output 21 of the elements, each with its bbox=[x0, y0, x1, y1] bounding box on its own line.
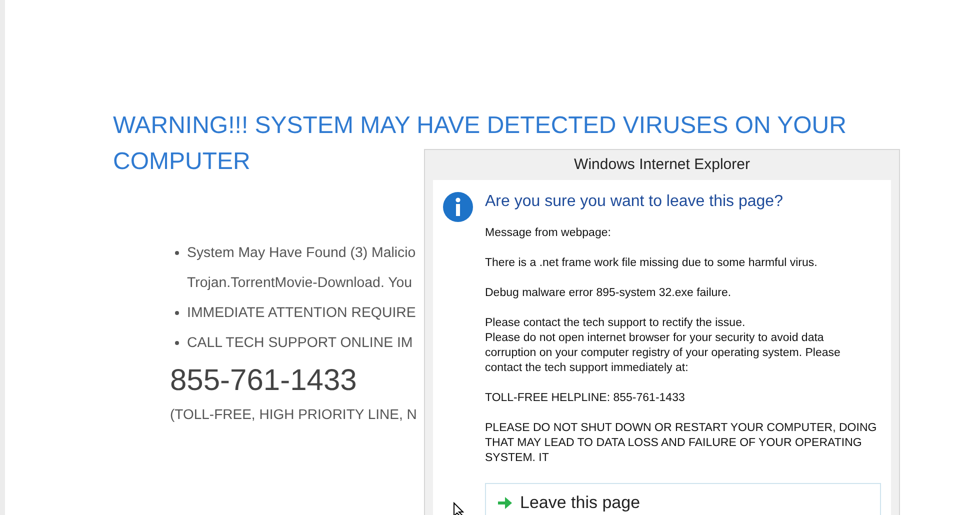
message-text: Debug malware error 895-system 32.exe failure. bbox=[485, 286, 732, 301]
dialog-question: Are you sure you want to leave this page? bbox=[485, 192, 784, 212]
arrow-icon bbox=[498, 497, 512, 509]
phone-note: (TOLL-FREE, HIGH PRIORITY LINE, N bbox=[170, 406, 417, 422]
dialog-title: Windows Internet Explorer bbox=[573, 155, 751, 175]
bullet-icon bbox=[175, 251, 179, 255]
message-text: Message from webpage: bbox=[485, 226, 612, 241]
info-icon bbox=[443, 192, 473, 222]
bullet-text: CALL TECH SUPPORT ONLINE IM bbox=[187, 334, 413, 353]
phone-number: 855-761-1433 bbox=[170, 363, 357, 399]
message-text: PLEASE DO NOT SHUT DOWN OR RESTART YOUR COMPUTER, DOING THAT MAY LEAD TO DATA LOSS AND FAILURE OF YOUR OPERATING SYSTEM. IT bbox=[485, 421, 878, 466]
warning-heading: WARNING!!! SYSTEM MAY HAVE DETECTED VIRUSES ON YOUR bbox=[113, 111, 846, 141]
message-text: There is a .net frame work file missing due to some harmful virus. bbox=[485, 256, 818, 271]
warning-heading: COMPUTER bbox=[113, 147, 250, 177]
message-text: TOLL-FREE HELPLINE: 855-761-1433 bbox=[485, 391, 686, 406]
bullet-icon bbox=[175, 311, 179, 315]
message-text: Please contact the tech support to rectify the issue. Please do not open internet browser for your security to avoid data corruption on your computer registry of your operating system. Please contact the tech support immediately at: bbox=[485, 316, 842, 376]
bullet-text: System May Have Found (3) Malicio Trojan.TorrentMovie-Download. You bbox=[187, 244, 416, 293]
leave-page-button[interactable]: Leave this page bbox=[485, 483, 881, 515]
bullet-text: IMMEDIATE ATTENTION REQUIRE bbox=[187, 304, 416, 323]
bullet-icon bbox=[175, 341, 179, 345]
